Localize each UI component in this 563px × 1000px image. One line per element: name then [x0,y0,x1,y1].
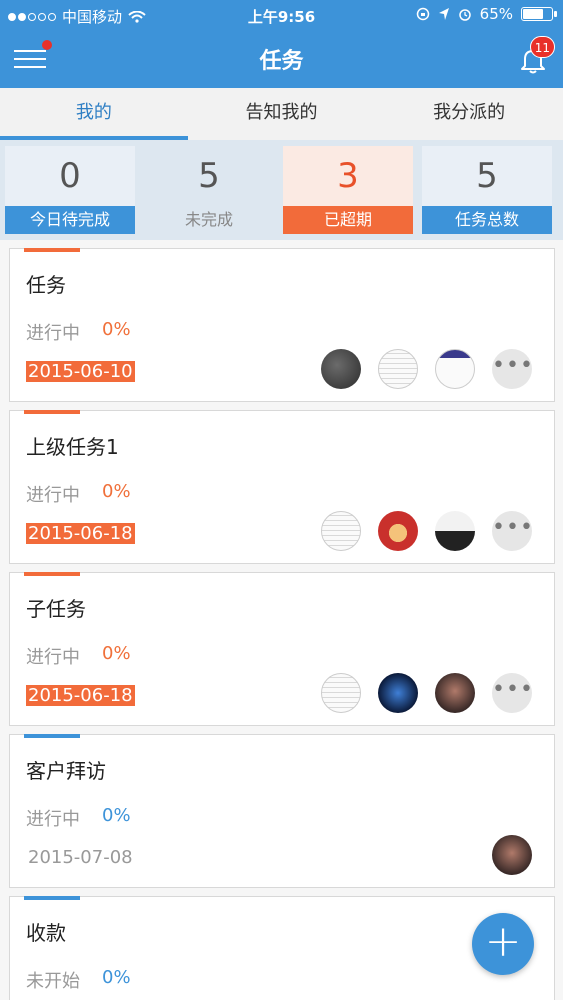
task-state: 进行中 [26,809,80,830]
task-progress: 0% [102,643,131,664]
task-name: 上级任务1 [26,435,119,459]
task-name: 子任务 [26,597,86,621]
more-participants-button[interactable]: ••• [492,511,534,551]
task-progress: 0% [102,967,131,988]
task-list: 任务 进行中 0% 2015-06-10 ••• 上级任务1 进行中 0% 20… [0,240,563,1000]
card-accent-bar [24,410,80,414]
participant-avatars [492,835,532,875]
app-header: 任务 11 [0,30,563,88]
card-accent-bar [24,572,80,576]
participant-avatars: ••• [321,349,534,389]
battery-percent: 65% [479,5,513,23]
stat-label: 已超期 [283,206,413,234]
task-name: 收款 [26,921,66,945]
more-participants-button[interactable]: ••• [492,673,534,713]
page-title: 任务 [259,49,304,74]
avatar[interactable] [492,835,532,875]
participant-avatars: ••• [321,511,534,551]
more-icon: ••• [492,353,534,378]
task-card[interactable]: 子任务 进行中 0% 2015-06-18 ••• [9,572,555,726]
stat-value: 3 [283,146,413,206]
card-accent-bar [24,248,80,252]
tab-mine[interactable]: 我的 [0,88,188,140]
stat-due-today[interactable]: 0 今日待完成 [5,146,135,234]
stats-panel: 0 今日待完成 5 未完成 3 已超期 5 任务总数 [0,140,563,240]
task-progress: 0% [102,481,131,502]
task-card[interactable]: 上级任务1 进行中 0% 2015-06-18 ••• [9,410,555,564]
task-state: 进行中 [26,323,80,344]
avatar[interactable] [435,673,475,713]
more-icon: ••• [492,677,534,702]
stat-label: 任务总数 [422,206,552,234]
task-date: 2015-07-08 [28,847,133,868]
avatar[interactable] [378,511,418,551]
stat-total[interactable]: 5 任务总数 [422,146,552,234]
task-name: 客户拜访 [26,759,106,783]
add-task-button[interactable]: + [472,913,534,975]
task-progress: 0% [102,319,131,340]
more-participants-button[interactable]: ••• [492,349,534,389]
task-state: 进行中 [26,647,80,668]
avatar[interactable] [435,349,475,389]
battery-icon [521,7,557,21]
stat-value: 5 [198,156,220,196]
task-state: 未开始 [26,971,80,992]
stat-label: 未完成 [184,210,233,229]
notification-badge: 11 [529,36,555,58]
task-state: 进行中 [26,485,80,506]
stat-label: 今日待完成 [5,206,135,234]
task-name: 任务 [26,273,66,297]
avatar[interactable] [378,673,418,713]
avatar[interactable] [321,511,361,551]
plus-icon: + [484,916,522,967]
tab-notified-me[interactable]: 告知我的 [188,88,376,140]
stat-overdue[interactable]: 3 已超期 [283,146,413,234]
tab-bar: 我的 告知我的 我分派的 [0,88,563,140]
avatar[interactable] [321,349,361,389]
avatar[interactable] [435,511,475,551]
more-icon: ••• [492,515,534,540]
task-card[interactable]: 任务 进行中 0% 2015-06-10 ••• [9,248,555,402]
location-icon [438,8,449,20]
task-card[interactable]: 客户拜访 进行中 0% 2015-07-08 [9,734,555,888]
participant-avatars: ••• [321,673,534,713]
task-date: 2015-06-18 [26,685,135,706]
status-right: 65% [416,5,557,23]
lock-rotation-icon [416,7,429,21]
alarm-icon [458,9,471,21]
stat-value: 0 [5,146,135,206]
task-progress: 0% [102,805,131,826]
task-date: 2015-06-10 [26,361,135,382]
status-bar: 中国移动 上午9:56 65% [0,0,563,30]
stat-value: 5 [422,146,552,206]
card-accent-bar [24,896,80,900]
avatar[interactable] [321,673,361,713]
task-date: 2015-06-18 [26,523,135,544]
card-accent-bar [24,734,80,738]
stat-incomplete[interactable]: 5 未完成 [144,146,274,234]
tab-assigned-by-me[interactable]: 我分派的 [375,88,563,140]
avatar[interactable] [378,349,418,389]
